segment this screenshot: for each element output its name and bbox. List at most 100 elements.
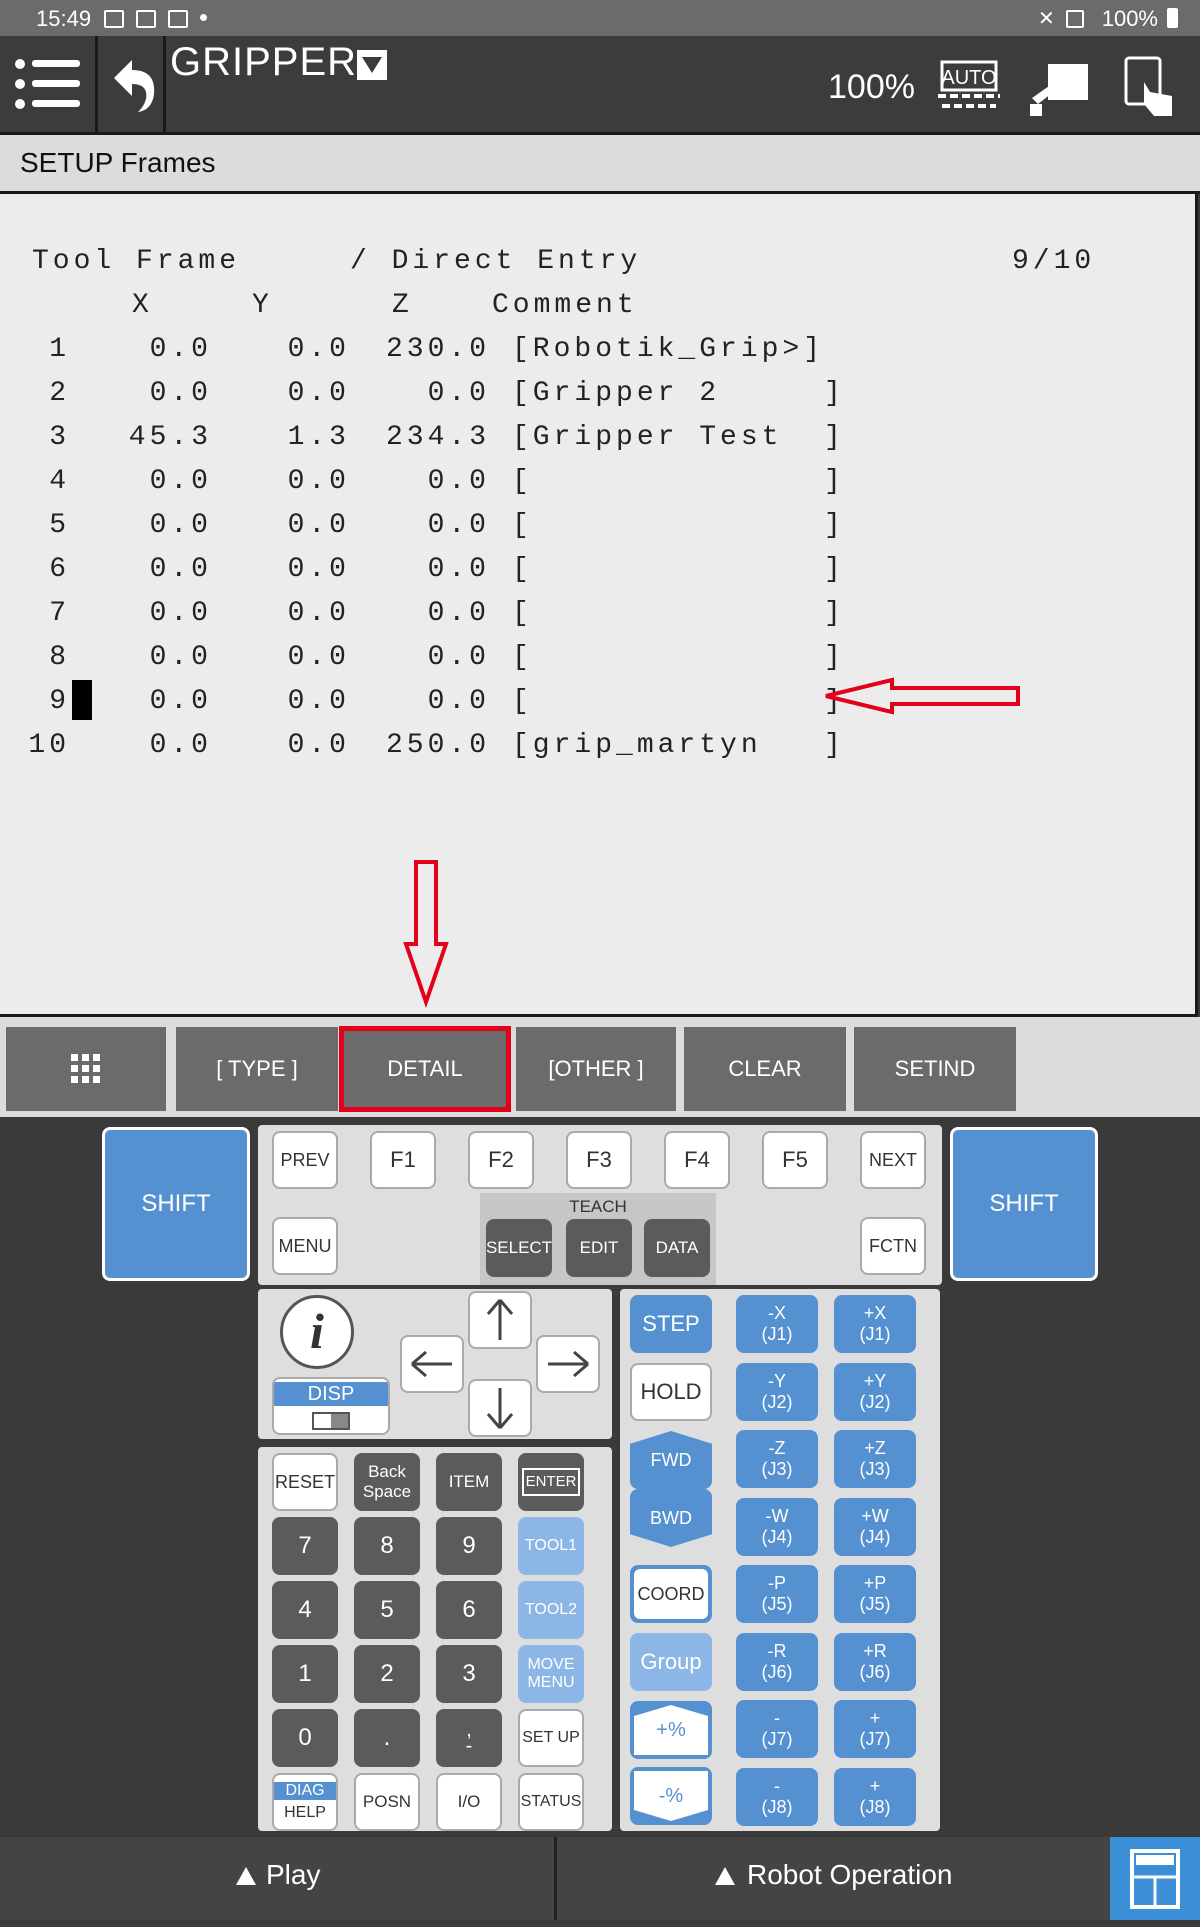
menu-button[interactable]: MENU [272, 1217, 338, 1275]
frame-row[interactable]: 1 0.0 0.0 230.0 [Robotik_Grip>] [0, 334, 900, 374]
jog-minus-j8-button[interactable]: - (J8) [736, 1767, 818, 1826]
shift-right-button[interactable]: SHIFT [950, 1127, 1098, 1281]
frame-y-value: 0.0 [287, 378, 350, 409]
prev-button[interactable]: PREV [272, 1131, 338, 1189]
jog-plus-j7-button[interactable]: + (J7) [834, 1700, 916, 1758]
menu-icon[interactable] [14, 56, 82, 112]
cursor-right-button[interactable] [536, 1335, 600, 1393]
frame-row[interactable]: 4 0.0 0.0 0.0 [ ] [0, 466, 900, 506]
io-button[interactable]: I/O [436, 1773, 502, 1831]
frame-row[interactable]: 2 0.0 0.0 0.0 [Gripper 2 ] [0, 378, 900, 418]
group-button[interactable]: Group [630, 1633, 712, 1691]
key-9[interactable]: 9 [436, 1517, 502, 1575]
jog-minus-j6-button[interactable]: -R (J6) [736, 1632, 818, 1691]
edit-button[interactable]: EDIT [566, 1219, 632, 1277]
program-selector[interactable]: GRIPPER [170, 40, 388, 85]
key-7[interactable]: 7 [272, 1517, 338, 1575]
frame-row[interactable]: 3 45.3 1.3 234.3 [Gripper Test ] [0, 422, 900, 462]
fkey-clear[interactable]: CLEAR [684, 1027, 846, 1111]
jog-plus-j8-button[interactable]: + (J8) [834, 1767, 916, 1826]
jog-minus-j5-button[interactable]: -P (J5) [736, 1565, 818, 1623]
f2-button[interactable]: F2 [468, 1131, 534, 1189]
key-6[interactable]: 6 [436, 1581, 502, 1639]
triangle-up-icon [715, 1867, 735, 1885]
jog-plus-j6-button[interactable]: +R (J6) [834, 1632, 916, 1691]
robot-operation-tab[interactable]: Robot Operation [557, 1837, 1110, 1920]
select-button[interactable]: SELECT [486, 1219, 552, 1277]
fkey-setind[interactable]: SETIND [854, 1027, 1016, 1111]
f5-button[interactable]: F5 [762, 1131, 828, 1189]
coord-button[interactable]: COORD [630, 1565, 712, 1623]
frame-row[interactable]: 10 0.0 0.0 250.0 [grip_martyn ] [0, 730, 900, 770]
frame-row[interactable]: 8 0.0 0.0 0.0 [ ] [0, 642, 900, 682]
item-button[interactable]: ITEM [436, 1453, 502, 1511]
next-button[interactable]: NEXT [860, 1131, 926, 1189]
frame-z-value: 0.0 [427, 554, 490, 585]
f3-button[interactable]: F3 [566, 1131, 632, 1189]
frame-row[interactable]: 9 0.0 0.0 0.0 [ ] [0, 686, 900, 726]
jog-minus-j3-button[interactable]: -Z (J3) [736, 1430, 818, 1488]
fkey-menu-grid-icon[interactable] [6, 1027, 166, 1111]
key-5[interactable]: 5 [354, 1581, 420, 1639]
frame-row[interactable]: 5 0.0 0.0 0.0 [ ] [0, 510, 900, 550]
hold-button[interactable]: HOLD [630, 1363, 712, 1421]
jog-minus-j1-button[interactable]: -X (J1) [736, 1295, 818, 1353]
key-comma-minus[interactable]: , - [436, 1709, 502, 1767]
window-layout-icon[interactable] [1110, 1837, 1200, 1920]
jog-minus-j4-button[interactable]: -W (J4) [736, 1497, 818, 1556]
info-icon[interactable]: i [280, 1295, 354, 1369]
tool1-button[interactable]: TOOL1 [518, 1517, 584, 1575]
play-tab[interactable]: Play [0, 1837, 554, 1920]
jog-plus-j4-button[interactable]: +W (J4) [834, 1497, 916, 1556]
key-3[interactable]: 3 [436, 1645, 502, 1703]
fkey-detail[interactable]: DETAIL [339, 1026, 511, 1112]
arrow-right-icon [548, 1350, 589, 1378]
disp-button[interactable]: DISP [272, 1377, 390, 1435]
fwd-button[interactable]: FWD [630, 1431, 712, 1489]
setup-button[interactable]: SET UP [518, 1709, 584, 1767]
key-1[interactable]: 1 [272, 1645, 338, 1703]
posn-button[interactable]: POSN [354, 1773, 420, 1831]
jog-plus-j1-button[interactable]: +X (J1) [834, 1295, 916, 1353]
tool2-button[interactable]: TOOL2 [518, 1581, 584, 1639]
fkey-type[interactable]: [ TYPE ] [176, 1027, 338, 1111]
fkey-other[interactable]: [OTHER ] [516, 1027, 676, 1111]
jog-plus-j3-button[interactable]: +Z (J3) [834, 1430, 916, 1488]
frame-row[interactable]: 7 0.0 0.0 0.0 [ ] [0, 598, 900, 638]
jog-minus-j2-button[interactable]: -Y (J2) [736, 1362, 818, 1421]
key-4[interactable]: 4 [272, 1581, 338, 1639]
teach-pendant-icon[interactable] [1026, 58, 1090, 118]
jog-plus-j2-button[interactable]: +Y (J2) [834, 1362, 916, 1421]
override-up-button[interactable]: +% [630, 1701, 712, 1759]
jog-plus-j5-button[interactable]: +P (J5) [834, 1565, 916, 1623]
override-down-button[interactable]: -% [630, 1767, 712, 1825]
bwd-button[interactable]: BWD [630, 1489, 712, 1547]
status-button[interactable]: STATUS [518, 1773, 584, 1831]
fctn-button[interactable]: FCTN [860, 1217, 926, 1275]
cursor-left-button[interactable] [400, 1335, 464, 1393]
cursor-down-button[interactable] [468, 1379, 532, 1437]
backspace-button[interactable]: Back Space [354, 1453, 420, 1511]
frame-z-value: 0.0 [427, 598, 490, 629]
undo-icon[interactable] [104, 52, 160, 116]
touch-screen-icon[interactable] [1120, 54, 1180, 120]
f4-button[interactable]: F4 [664, 1131, 730, 1189]
diag-help-button[interactable]: DIAG HELP [272, 1773, 338, 1831]
key-2[interactable]: 2 [354, 1645, 420, 1703]
data-button[interactable]: DATA [644, 1219, 710, 1277]
key-0[interactable]: 0 [272, 1709, 338, 1767]
plus-pct-label: +% [634, 1705, 708, 1755]
frame-comment: [ ] [512, 598, 845, 629]
step-button[interactable]: STEP [630, 1295, 712, 1353]
f1-button[interactable]: F1 [370, 1131, 436, 1189]
key-period[interactable]: . [354, 1709, 420, 1767]
cursor-up-button[interactable] [468, 1291, 532, 1349]
jog-minus-j7-button[interactable]: - (J7) [736, 1700, 818, 1758]
move-menu-button[interactable]: MOVE MENU [518, 1645, 584, 1703]
frame-row[interactable]: 6 0.0 0.0 0.0 [ ] [0, 554, 900, 594]
status-bar: 15:49 ✕ 100% [0, 0, 1200, 36]
key-8[interactable]: 8 [354, 1517, 420, 1575]
shift-left-button[interactable]: SHIFT [102, 1127, 250, 1281]
reset-button[interactable]: RESET [272, 1453, 338, 1511]
enter-button[interactable]: ENTER [518, 1453, 584, 1511]
